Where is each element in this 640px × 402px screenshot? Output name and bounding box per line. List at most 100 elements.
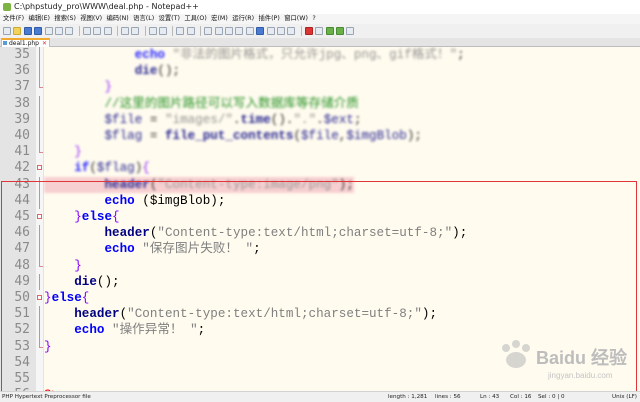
menu-settings[interactable]: 设置(T) [159, 14, 180, 24]
line-number: 53 [14, 338, 30, 354]
line-number: 38 [14, 95, 30, 111]
new-file-icon[interactable] [3, 27, 11, 35]
fold-line-marker [37, 63, 43, 80]
fold-toggle-icon[interactable] [37, 209, 43, 225]
line-number: 54 [14, 354, 30, 370]
folder-workspace-icon[interactable] [287, 27, 296, 35]
record-macro-icon[interactable] [304, 27, 313, 35]
show-all-chars-icon[interactable] [235, 27, 244, 35]
blurred-code: $flag = file_put_contents($file,$imgBlob… [104, 129, 422, 143]
menu-edit[interactable]: 编辑(E) [29, 14, 51, 24]
notepadpp-icon [3, 3, 11, 11]
print-icon[interactable] [65, 27, 74, 35]
menu-search[interactable]: 搜索(S) [54, 14, 76, 24]
menu-language[interactable]: 语言(L) [133, 14, 154, 24]
play-macro-icon[interactable] [325, 27, 334, 35]
language-icon[interactable] [256, 27, 265, 35]
fold-line-marker [37, 192, 43, 210]
stop-macro-icon[interactable] [315, 27, 324, 35]
close-all-icon[interactable] [54, 27, 63, 35]
code-text: } [74, 258, 82, 273]
play-macro-multiple-icon[interactable] [335, 27, 344, 35]
code-text: header("Content-type:text/html;charset=u… [104, 226, 468, 241]
code-line: 36 die(); [0, 63, 640, 80]
zoom-in-icon[interactable] [176, 27, 185, 35]
undo-icon[interactable] [120, 27, 129, 35]
blurred-code: $file = "images/".time().".".$ext; [104, 112, 362, 127]
line-number: 46 [14, 225, 30, 241]
code-line: 37 } [0, 79, 640, 95]
menu-encoding[interactable]: 编码(N) [107, 14, 129, 24]
blurred-code: die(); [134, 64, 181, 79]
tab-label: deal1.php [9, 40, 39, 47]
toolbar-separator [116, 26, 118, 36]
line-number: 49 [14, 273, 30, 289]
menu-tools[interactable]: 工具(O) [184, 14, 206, 24]
menu-macro[interactable]: 宏(M) [211, 14, 228, 24]
line-number: 55 [14, 371, 30, 386]
sync-vertical-icon[interactable] [204, 27, 213, 35]
menu-plugins[interactable]: 插件(P) [259, 14, 280, 24]
code-line: 35 echo "非法的图片格式，只允许jpg、png、gif格式！"; [0, 47, 640, 64]
line-number: 51 [14, 306, 30, 322]
line-number: 39 [14, 111, 30, 127]
fold-line-marker [37, 273, 43, 291]
status-ln: Ln : 43 [480, 394, 500, 400]
code-line: 48 } [0, 257, 640, 274]
menu-file[interactable]: 文件(F) [3, 14, 24, 24]
code-line: 52 echo "操作异常！ "; [0, 322, 640, 339]
line-number: 44 [14, 192, 30, 208]
code-text: echo "操作异常！ "; [74, 323, 206, 338]
word-wrap-icon[interactable] [225, 27, 234, 35]
code-text: header("Content-type:text/html;charset=u… [74, 307, 438, 322]
fold-line-marker [37, 176, 43, 193]
code-line: 44 echo ($imgBlob); [0, 192, 640, 210]
paste-icon[interactable] [103, 27, 112, 35]
toolbar-separator [172, 26, 174, 36]
find-icon[interactable] [148, 27, 157, 35]
menu-view[interactable]: 视图(V) [80, 14, 102, 24]
menu-run[interactable]: 运行(R) [232, 14, 254, 24]
tab-deal1-php[interactable]: deal1.php ✕ [1, 38, 50, 47]
menu-help[interactable]: ? [312, 14, 315, 24]
status-bar: PHP Hypertext Preprocessor file length :… [0, 391, 640, 402]
copy-icon[interactable] [93, 27, 102, 35]
code-line: 55 [0, 371, 640, 387]
code-text: }else{ [44, 291, 90, 305]
cut-icon[interactable] [82, 27, 91, 35]
code-line: 53 } [0, 338, 640, 355]
zoom-out-icon[interactable] [186, 27, 195, 35]
code-line: 42 if($flag){ [0, 160, 640, 176]
close-icon[interactable] [44, 27, 53, 35]
save-all-icon[interactable] [34, 27, 43, 35]
line-number: 52 [14, 322, 30, 338]
title-bar: C:\phpstudy_pro\WWW\deal.php - Notepad++ [0, 0, 640, 14]
redo-icon[interactable] [131, 27, 140, 35]
fold-toggle-icon[interactable] [37, 160, 43, 176]
menu-window[interactable]: 窗口(W) [284, 14, 308, 24]
open-file-icon[interactable] [13, 27, 22, 35]
tab-close-icon[interactable]: ✕ [42, 40, 47, 47]
fold-end-marker [37, 79, 43, 95]
fold-line-marker [37, 241, 43, 258]
status-col: Col : 16 [510, 394, 532, 400]
toolbar-separator [300, 26, 302, 36]
save-macro-icon[interactable] [346, 27, 355, 35]
line-number: 36 [14, 63, 30, 79]
fold-line-marker [37, 111, 43, 129]
blurred-code: } [104, 80, 113, 95]
replace-icon[interactable] [159, 27, 168, 35]
line-number: 42 [14, 160, 30, 176]
code-text: echo ($imgBlob); [104, 193, 226, 208]
code-editor[interactable]: 35 echo "非法的图片格式，只允许jpg、png、gif格式！"; 36 … [0, 47, 640, 391]
save-icon[interactable] [23, 27, 32, 35]
fold-toggle-icon[interactable] [37, 290, 43, 306]
code-line: 51 header("Content-type:text/html;charse… [0, 306, 640, 323]
fold-line-marker [37, 322, 43, 339]
sync-horizontal-icon[interactable] [214, 27, 223, 35]
code-line: 54 [0, 355, 640, 371]
code-line: 43 header("Content-type:image/png"); [0, 176, 640, 193]
indent-guide-icon[interactable] [245, 27, 254, 35]
function-list-icon[interactable] [276, 27, 285, 35]
doc-map-icon[interactable] [266, 27, 275, 35]
